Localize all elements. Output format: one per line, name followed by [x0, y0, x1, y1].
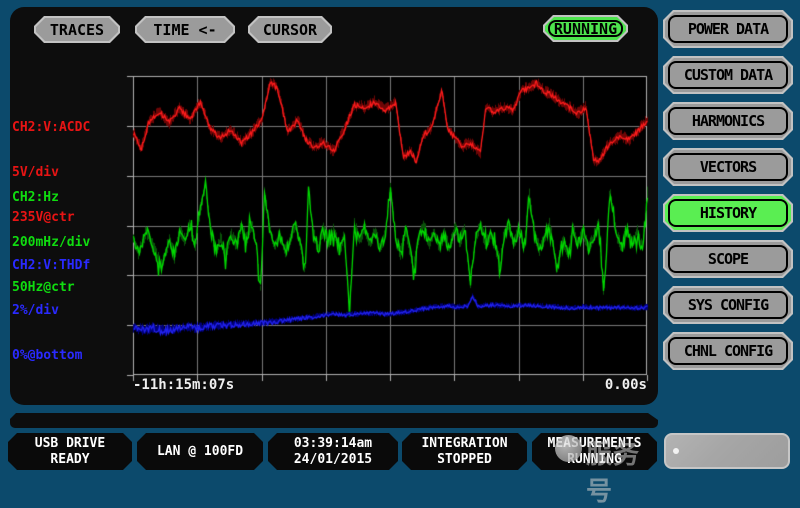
sidebar-item-power-data[interactable]: POWER DATA	[663, 10, 793, 48]
sidebar-item-label: POWER DATA	[688, 20, 768, 38]
channel-frequency-name: CH2:Hz	[12, 190, 130, 205]
sidebar-item-label: VECTORS	[700, 158, 756, 176]
time-button[interactable]: TIME <-	[135, 16, 235, 43]
time-button-label: TIME <-	[153, 21, 216, 39]
lan-status-box: LAN @ 100FD	[137, 433, 263, 470]
running-status-badge: RUNNING	[543, 15, 628, 42]
sidebar-item-label: HISTORY	[700, 204, 756, 222]
time-axis-end-label: 0.00s	[605, 377, 647, 393]
clock-date: 24/01/2015	[294, 452, 372, 468]
traces-button-label: TRACES	[50, 21, 104, 39]
channel-thd-ref: 0%@bottom	[12, 348, 130, 363]
measurements-status-line2: RUNNING	[567, 452, 622, 468]
channel-voltage-name: CH2:V:ACDC	[12, 120, 130, 135]
usb-status-line1: USB DRIVE	[35, 436, 105, 452]
time-axis-start-label: -11h:15m:07s	[133, 377, 234, 393]
running-status-label: RUNNING	[554, 20, 617, 38]
channel-label-thd: CH2:V:THDf 2%/div 0%@bottom	[12, 228, 130, 378]
sidebar-item-chnl-config[interactable]: CHNL CONFIG	[663, 332, 793, 370]
channel-thd-scale: 2%/div	[12, 303, 130, 318]
clock-status-box: 03:39:14am 24/01/2015	[268, 433, 398, 470]
measurements-status-line1: MEASUREMENTS	[548, 436, 642, 452]
history-chart-canvas	[123, 66, 657, 385]
sidebar-item-label: SCOPE	[708, 250, 748, 268]
integration-status-line2: STOPPED	[437, 452, 492, 468]
power-analyzer-screen: { "toolbar": { "buttons": [ {"label": "T…	[0, 0, 800, 480]
usb-status-box: USB DRIVE READY	[8, 433, 132, 470]
sidebar-item-history-active[interactable]: HISTORY	[663, 194, 793, 232]
dot-marker	[673, 448, 679, 454]
sidebar-item-harmonics[interactable]: HARMONICS	[663, 102, 793, 140]
integration-status-box: INTEGRATION STOPPED	[402, 433, 527, 470]
cursor-button-label: CURSOR	[263, 21, 317, 39]
measurements-status-box: MEASUREMENTS RUNNING	[532, 433, 657, 470]
sidebar-item-label: HARMONICS	[692, 112, 764, 130]
integration-status-line1: INTEGRATION	[421, 436, 507, 452]
obscured-bottom-right-button[interactable]	[664, 433, 790, 469]
traces-button[interactable]: TRACES	[34, 16, 120, 43]
sidebar-item-sys-config[interactable]: SYS CONFIG	[663, 286, 793, 324]
sidebar-item-label: SYS CONFIG	[688, 296, 768, 314]
sidebar-item-label: CHNL CONFIG	[684, 342, 772, 360]
usb-status-line2: READY	[50, 452, 89, 468]
sidebar-item-label: CUSTOM DATA	[684, 66, 772, 84]
sidebar-item-custom-data[interactable]: CUSTOM DATA	[663, 56, 793, 94]
channel-thd-name: CH2:V:THDf	[12, 258, 130, 273]
cursor-button[interactable]: CURSOR	[248, 16, 332, 43]
clock-time: 03:39:14am	[294, 436, 372, 452]
lan-status-line1: LAN @ 100FD	[157, 444, 243, 460]
bottom-divider-bar	[10, 413, 658, 428]
sidebar-item-scope[interactable]: SCOPE	[663, 240, 793, 278]
sidebar-item-vectors[interactable]: VECTORS	[663, 148, 793, 186]
